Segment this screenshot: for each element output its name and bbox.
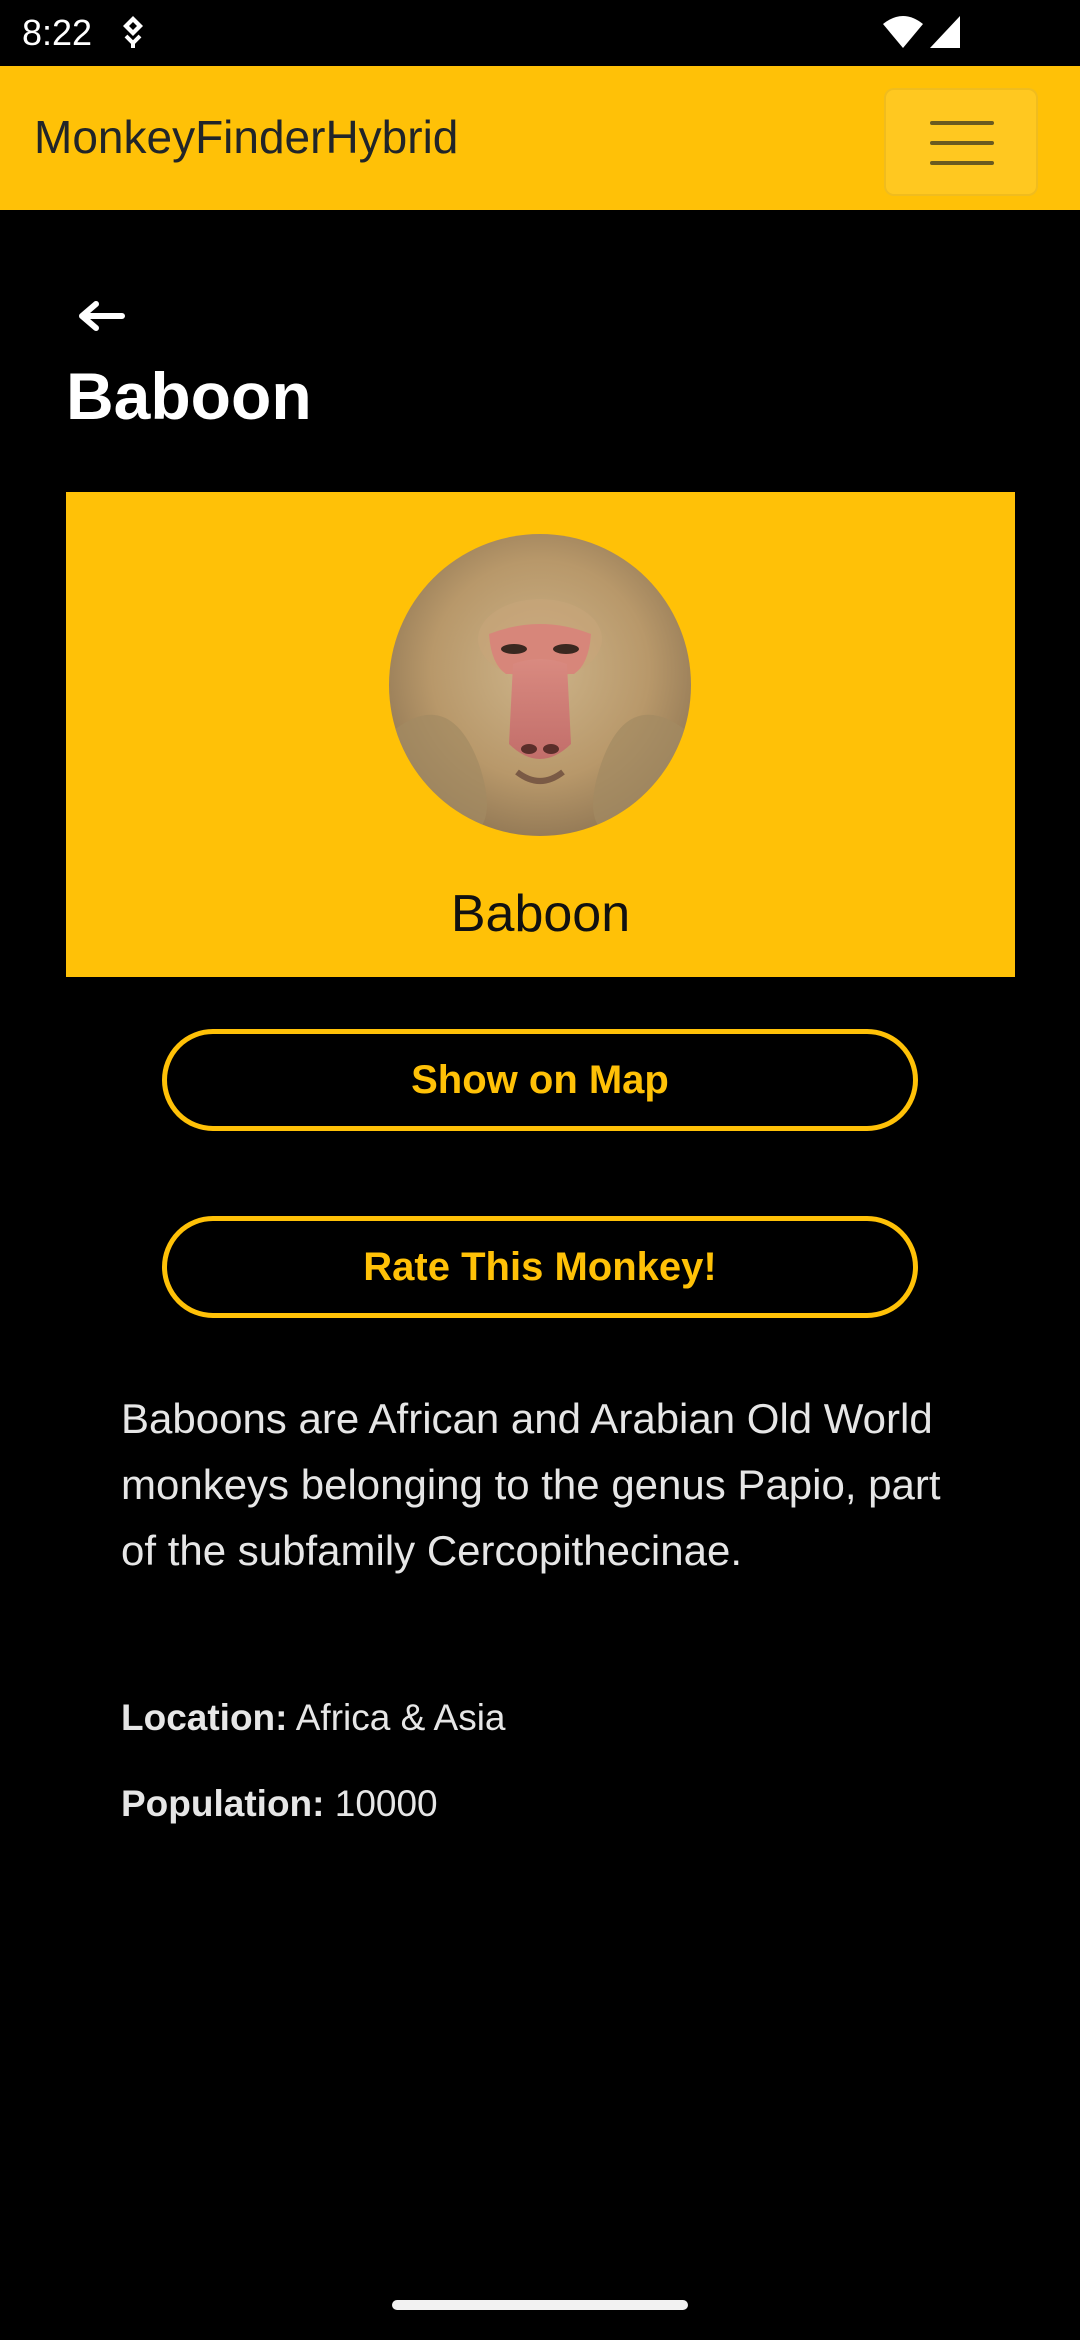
rate-monkey-button[interactable]: Rate This Monkey! [162,1216,918,1318]
population-label: Population: [121,1783,325,1824]
page-title: Baboon [66,359,312,433]
population-value: 10000 [334,1783,438,1824]
status-bar: 8:22 [0,0,1080,66]
home-indicator[interactable] [392,2300,688,2310]
location-value: Africa & Asia [295,1697,506,1738]
monkey-description: Baboons are African and Arabian Old Worl… [121,1395,941,1574]
monkey-name: Baboon [450,885,631,943]
baboon-image [389,534,691,836]
hamburger-menu-icon [930,121,994,165]
wifi-icon [883,16,923,48]
population-line: Population: 10000 [121,1783,438,1825]
app-bar: MonkeyFinderHybrid [0,66,1080,210]
location-label: Location: [121,1697,288,1738]
location-line: Location: Africa & Asia [121,1697,506,1739]
show-on-map-button[interactable]: Show on Map [162,1029,918,1131]
status-time: 8:22 [22,12,93,53]
monkey-avatar [389,534,691,836]
back-arrow-icon[interactable] [76,294,126,338]
monkey-card: Baboon [66,492,1015,977]
cell-signal-icon [930,16,960,48]
usb-debug-icon [123,16,143,48]
app-title[interactable]: MonkeyFinderHybrid [34,110,458,164]
menu-toggle-button[interactable] [884,88,1038,196]
